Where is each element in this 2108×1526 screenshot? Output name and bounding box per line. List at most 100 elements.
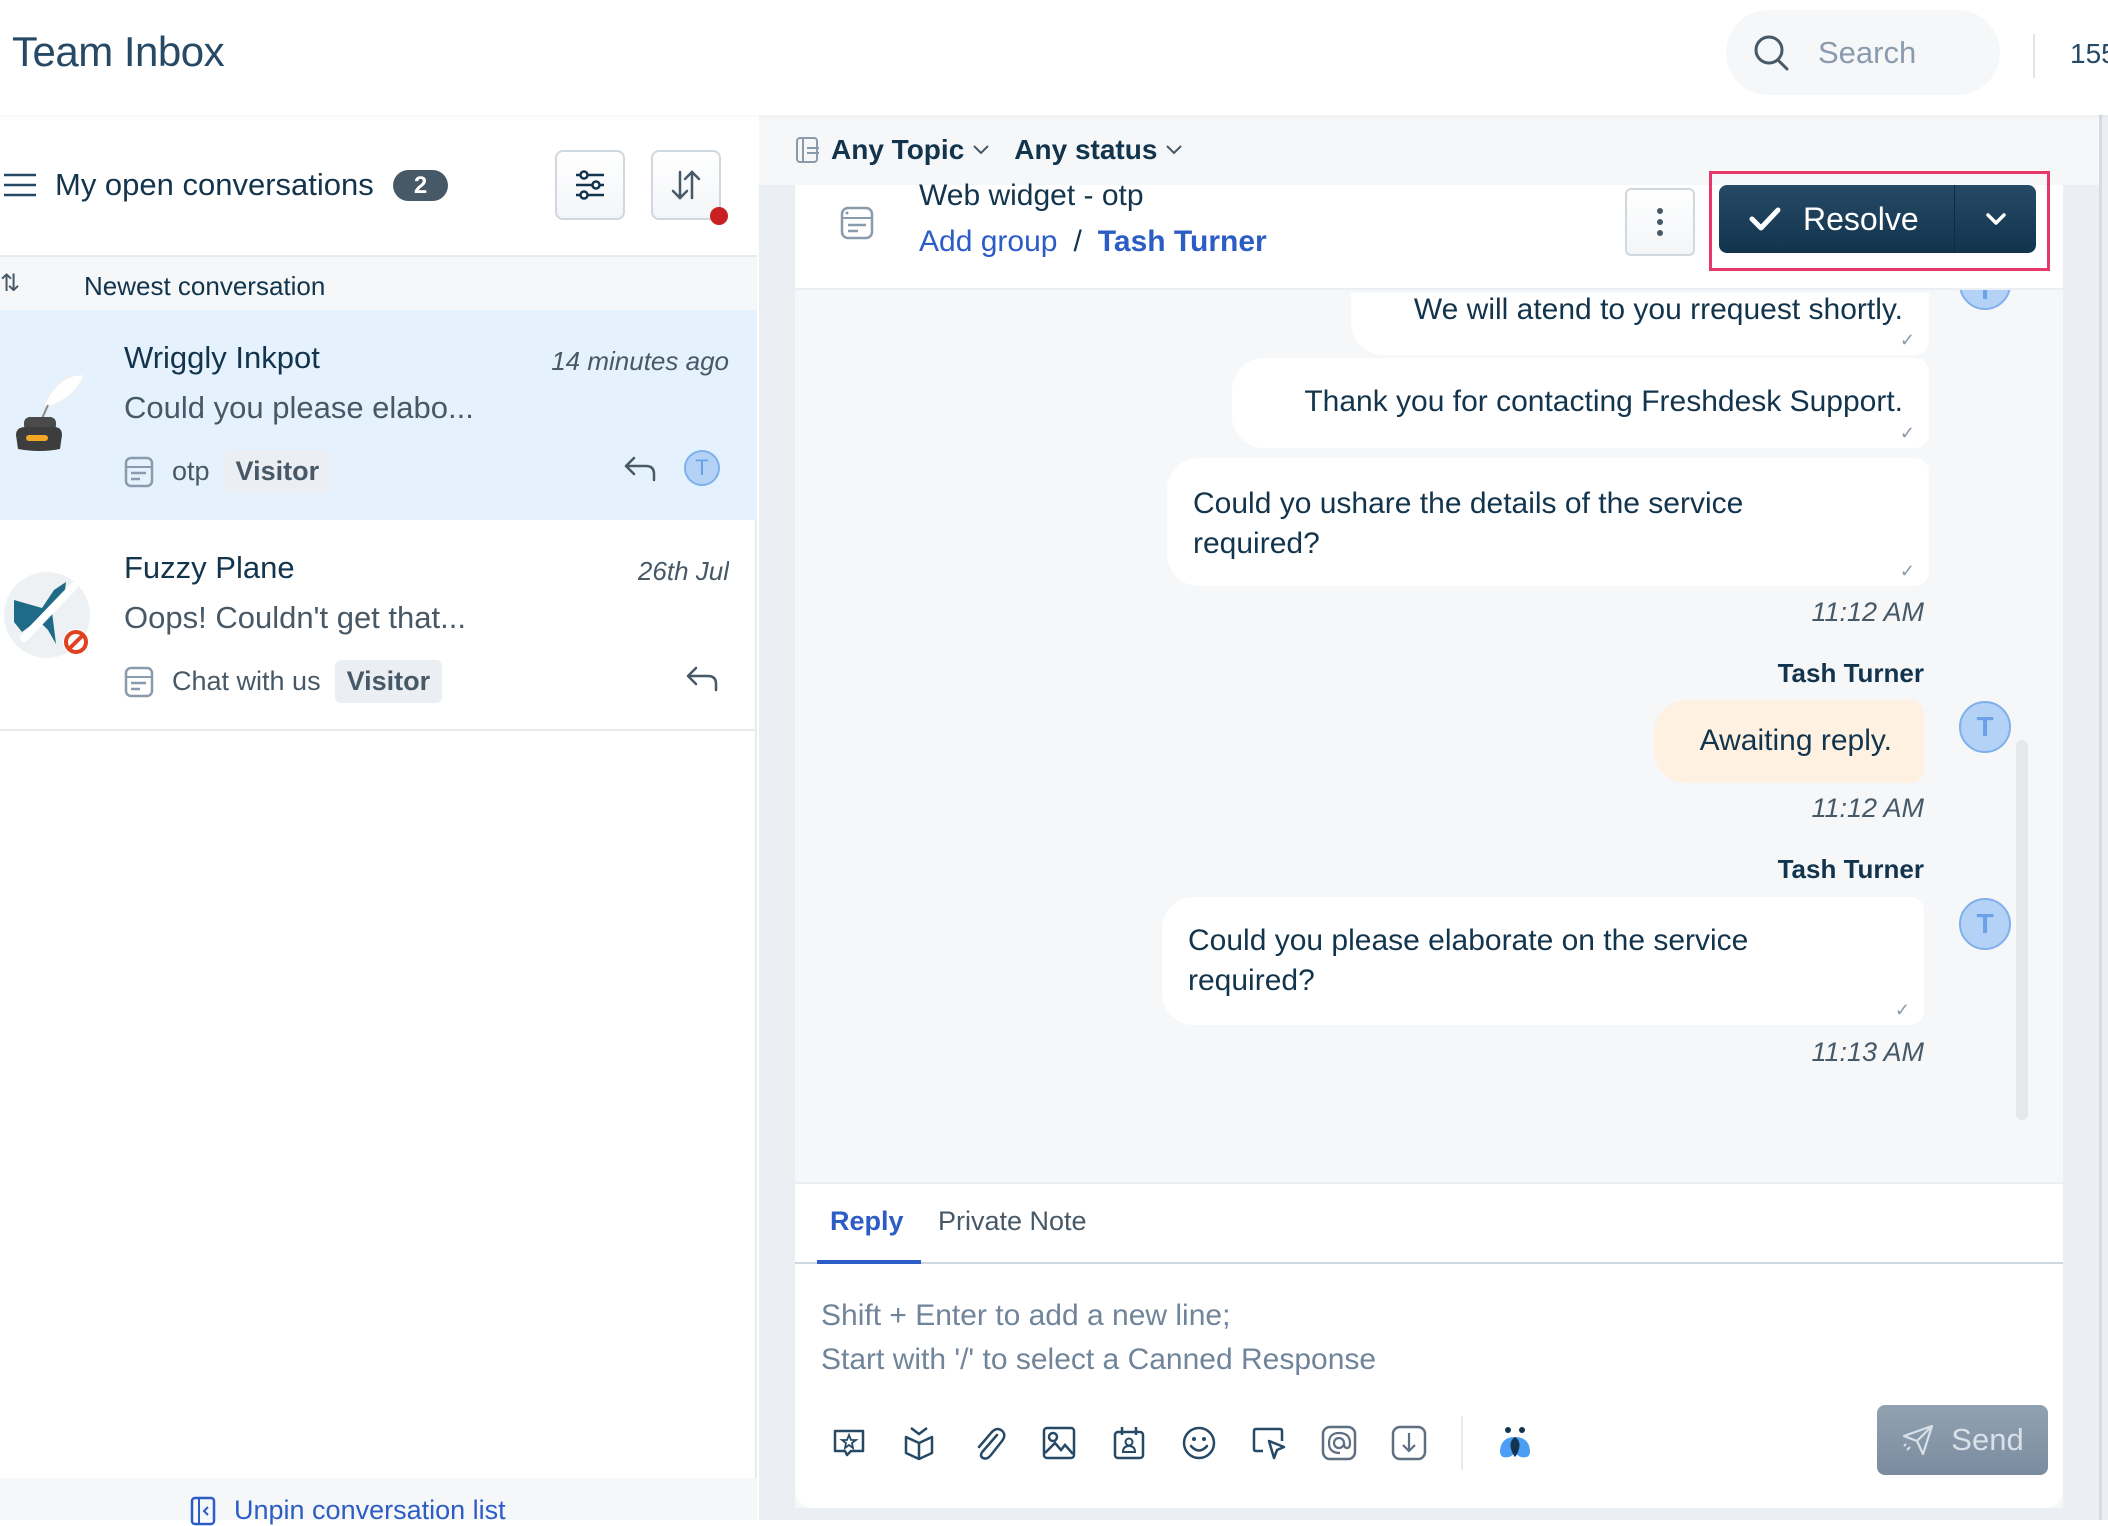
message-text: We will atend to you rrequest shortly.	[1413, 293, 1903, 326]
resolve-button[interactable]: Resolve	[1719, 185, 1955, 253]
send-button[interactable]: Send	[1877, 1405, 2048, 1475]
topic-dropdown[interactable]: Any Topic	[831, 134, 990, 166]
canned-response-icon[interactable]	[831, 1425, 867, 1461]
delivered-check-icon: ✓	[1899, 561, 1915, 581]
conversation-panel: Any Topic Any status We will atend to yo…	[759, 115, 2108, 1520]
search-placeholder: Search	[1818, 34, 1917, 70]
cobrowse-icon[interactable]	[1251, 1425, 1287, 1461]
topic-value: Any Topic	[831, 134, 965, 165]
filter-button[interactable]	[555, 150, 625, 220]
add-group-link[interactable]: Add group	[919, 225, 1057, 259]
resolve-button-group: Resolve	[1719, 185, 2036, 253]
notification-dot	[710, 207, 728, 225]
message-sender: Tash Turner	[1777, 658, 1924, 688]
conversation-meta: otp Visitor	[124, 450, 332, 493]
panel-edge	[2099, 115, 2108, 1520]
message-time: 11:12 AM	[1811, 793, 1924, 823]
message-bubble: We will atend to you rrequest shortly. ✓	[1351, 293, 1929, 355]
tab-private-note[interactable]: Private Note	[938, 1206, 1087, 1237]
delivered-check-icon: ✓	[1894, 1000, 1910, 1020]
agent-avatar: T	[1959, 898, 2011, 950]
conversation-item[interactable]: Wriggly Inkpot 14 minutes ago Could you …	[0, 310, 757, 520]
freddy-ai-icon[interactable]	[1497, 1425, 1533, 1461]
status-dropdown[interactable]: Any status	[1014, 134, 1183, 166]
download-icon[interactable]	[1391, 1425, 1427, 1461]
header-number[interactable]: 155	[2070, 38, 2108, 70]
reply-composer: Reply Private Note Shift + Enter to add …	[795, 1182, 2063, 1508]
message-sender: Tash Turner	[1777, 854, 1924, 884]
more-options-button[interactable]	[1625, 188, 1695, 256]
knowledge-base-icon[interactable]	[901, 1425, 937, 1461]
assignee-avatar: T	[684, 450, 720, 486]
app-title: Team Inbox	[12, 28, 225, 75]
message-text: Could yo ushare the details of the servi…	[1193, 487, 1744, 560]
conversation-time: 14 minutes ago	[551, 346, 729, 376]
send-paper-plane-icon	[1903, 1424, 1934, 1456]
tab-reply[interactable]: Reply	[830, 1206, 904, 1237]
conversation-preview: Could you please elabo...	[124, 390, 474, 425]
send-label: Send	[1951, 1422, 2024, 1457]
sort-row[interactable]: ⇅ Newest conversation	[0, 255, 757, 310]
conversation-item[interactable]: Fuzzy Plane 26th Jul Oops! Couldn't get …	[0, 520, 757, 730]
visitor-tag: Visitor	[223, 450, 332, 493]
unpin-conversation-list-button[interactable]: Unpin conversation list	[190, 1495, 506, 1526]
inkpot-avatar-icon	[16, 374, 85, 451]
message-time: 11:12 AM	[1811, 597, 1924, 627]
assigned-agent-link[interactable]: Tash Turner	[1098, 225, 1267, 259]
chevron-down-icon	[973, 145, 989, 155]
sort-label: Newest conversation	[84, 271, 326, 301]
filter-sliders-icon	[576, 170, 604, 200]
reply-arrow-icon	[624, 456, 656, 482]
list-divider	[0, 729, 757, 731]
channel-title: Web widget - otp	[919, 179, 1144, 212]
conversation-time: 26th Jul	[637, 556, 729, 586]
mention-icon[interactable]	[1321, 1425, 1357, 1461]
web-widget-icon	[124, 456, 154, 487]
emoji-icon[interactable]	[1181, 1425, 1217, 1461]
channel-name: Chat with us	[172, 666, 321, 696]
plane-avatar-icon	[4, 572, 90, 658]
appointment-icon[interactable]	[1111, 1425, 1147, 1461]
web-widget-icon	[840, 206, 874, 240]
composer-tabs: Reply Private Note	[795, 1184, 2063, 1264]
placeholder-line-1: Shift + Enter to add a new line;	[821, 1299, 1231, 1332]
toolbar-divider	[1461, 1416, 1463, 1470]
checkmark-icon	[1749, 207, 1781, 231]
unpin-panel-icon	[190, 1496, 216, 1525]
separator: /	[1073, 225, 1082, 258]
attachment-icon[interactable]	[971, 1425, 1007, 1461]
vertical-dots-icon	[1657, 208, 1663, 236]
assignment-links: Add group / Tash Turner	[919, 225, 1267, 259]
message-bubble: Could yo ushare the details of the servi…	[1167, 458, 1929, 586]
active-tab-indicator	[817, 1260, 921, 1264]
topic-icon	[796, 137, 819, 163]
conversation-count-badge: 2	[393, 170, 448, 201]
header-divider	[2033, 34, 2035, 78]
placeholder-line-2: Start with '/' to select a Canned Respon…	[821, 1343, 1377, 1376]
conversation-list-panel: My open conversations 2 ⇅ Newest convers…	[0, 115, 757, 1525]
sort-arrows-icon	[671, 170, 701, 200]
reply-arrow-icon	[686, 666, 718, 692]
conversation-header: Web widget - otp Add group / Tash Turner…	[795, 171, 2063, 290]
chat-scrollbar[interactable]	[2016, 740, 2028, 1120]
unpin-label: Unpin conversation list	[234, 1495, 506, 1525]
conversation-meta: Chat with us Visitor	[124, 660, 443, 703]
status-value: Any status	[1014, 134, 1158, 165]
agent-avatar: T	[1959, 701, 2011, 753]
chevron-down-icon	[1166, 145, 1183, 155]
reply-textarea[interactable]: Shift + Enter to add a new line; Start w…	[821, 1294, 1376, 1382]
chevron-down-icon	[1985, 213, 2006, 225]
hamburger-menu-icon[interactable]	[4, 173, 36, 197]
resolve-dropdown-button[interactable]	[1955, 212, 2036, 226]
message-text: Could you please elaborate on the servic…	[1188, 924, 1749, 997]
sort-button[interactable]	[651, 150, 721, 220]
composer-toolbar	[831, 1416, 1533, 1470]
top-header: Team Inbox Search 155	[0, 0, 2108, 115]
conversation-name: Fuzzy Plane	[124, 550, 295, 585]
web-widget-icon	[124, 666, 154, 697]
search-input[interactable]: Search	[1726, 10, 2000, 95]
image-icon[interactable]	[1041, 1425, 1077, 1461]
private-note-bubble: Awaiting reply.	[1654, 700, 1924, 783]
sort-icon: ⇅	[0, 270, 21, 297]
list-title[interactable]: My open conversations	[55, 167, 374, 203]
